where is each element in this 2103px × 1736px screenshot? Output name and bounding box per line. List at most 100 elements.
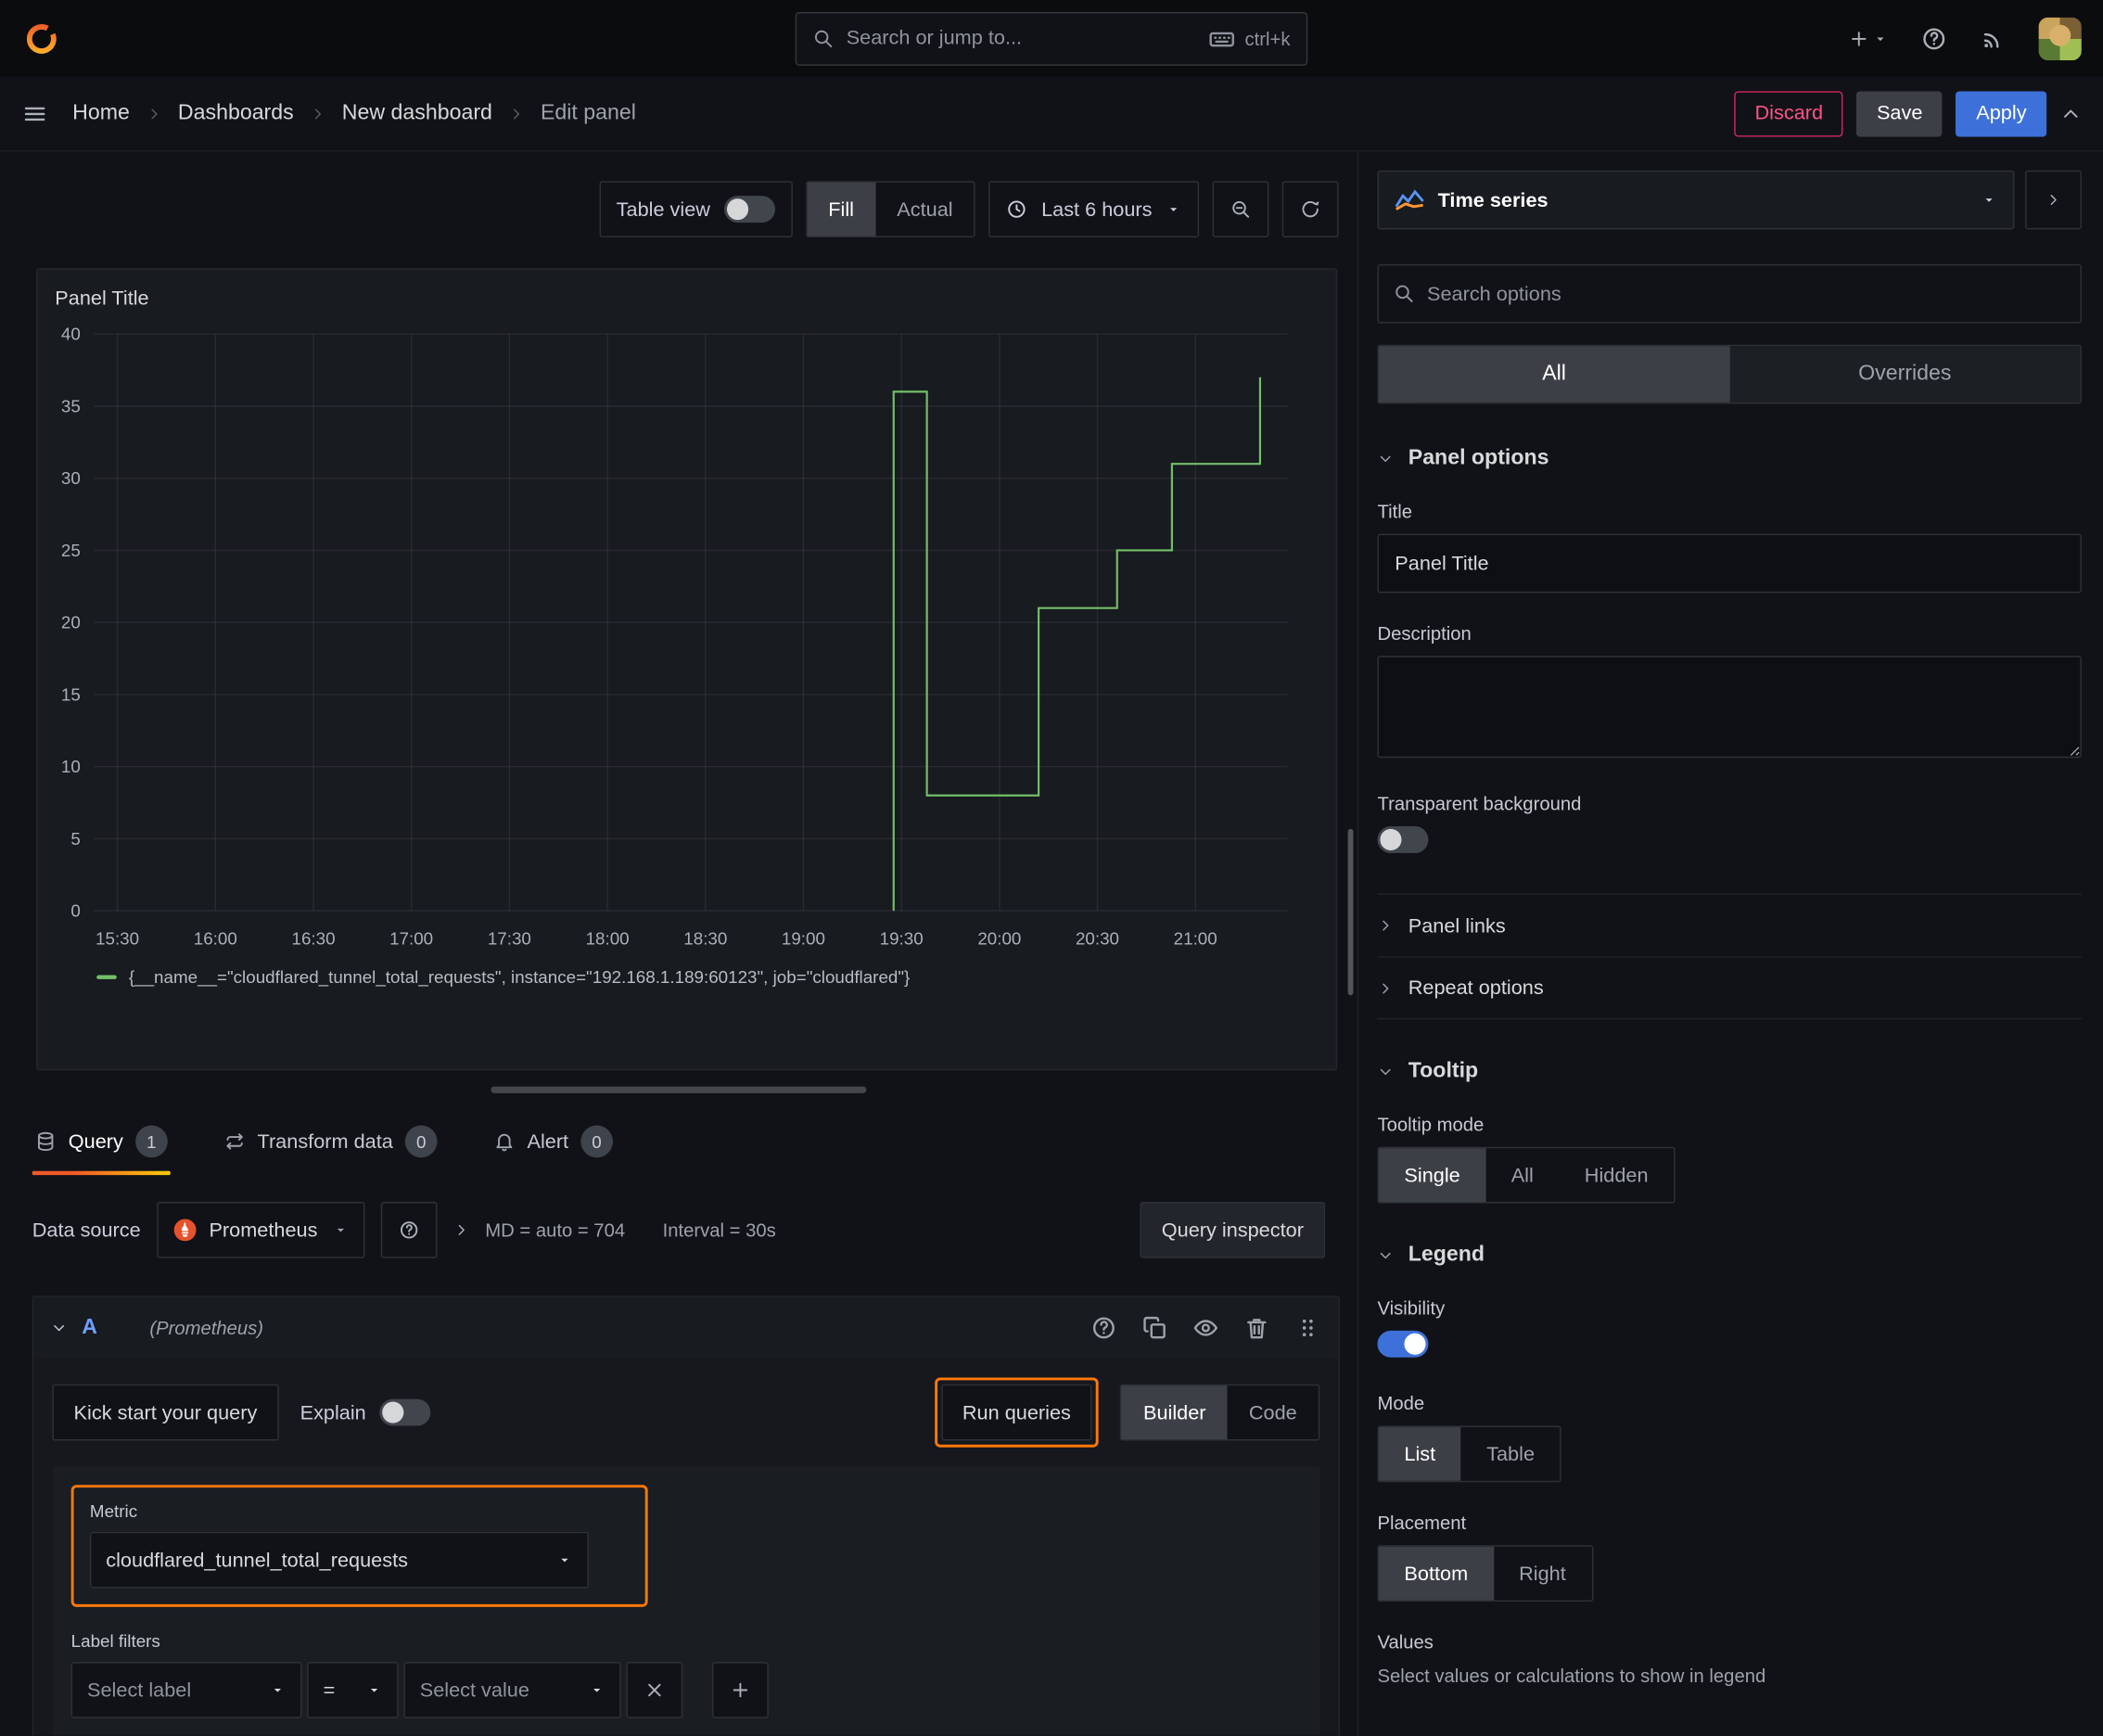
panel-links-section[interactable]: Panel links bbox=[1377, 893, 2082, 956]
breadcrumb-dashboards[interactable]: Dashboards bbox=[178, 101, 294, 125]
panel-description-input[interactable] bbox=[1377, 656, 2082, 759]
legend-color-swatch bbox=[96, 975, 117, 979]
tooltip-mode-all[interactable]: All bbox=[1485, 1148, 1559, 1202]
panel-options-heading[interactable]: Panel options bbox=[1377, 447, 2081, 471]
code-option[interactable]: Code bbox=[1228, 1385, 1319, 1439]
builder-option[interactable]: Builder bbox=[1121, 1385, 1228, 1440]
explain-toggle[interactable] bbox=[379, 1398, 431, 1426]
operator-dropdown[interactable]: = bbox=[307, 1662, 399, 1718]
legend-visibility-toggle[interactable] bbox=[1377, 1330, 1429, 1358]
collapse-header-button[interactable] bbox=[2060, 103, 2082, 124]
tab-alert[interactable]: Alert 0 bbox=[491, 1115, 615, 1175]
delete-query-icon[interactable] bbox=[1243, 1315, 1270, 1342]
select-label-dropdown[interactable]: Select label bbox=[70, 1662, 302, 1718]
chevron-down-icon[interactable] bbox=[51, 1320, 67, 1335]
menu-toggle-button[interactable] bbox=[21, 100, 48, 127]
svg-text:19:30: 19:30 bbox=[880, 928, 924, 948]
tab-query-count: 1 bbox=[134, 1125, 168, 1158]
apply-button[interactable]: Apply bbox=[1956, 90, 2047, 136]
clock-icon bbox=[1006, 198, 1027, 220]
horizontal-scrollbar[interactable] bbox=[491, 1086, 867, 1093]
remove-filter-button[interactable] bbox=[626, 1662, 683, 1718]
prometheus-icon bbox=[173, 1219, 197, 1242]
help-button[interactable] bbox=[1920, 25, 1947, 52]
tooltip-section: Tooltip Tooltip mode Single All Hidden bbox=[1377, 1060, 2081, 1204]
drag-handle-icon[interactable] bbox=[1294, 1315, 1321, 1342]
tab-transform-data[interactable]: Transform data 0 bbox=[221, 1115, 440, 1175]
global-search[interactable]: ctrl+k bbox=[795, 11, 1308, 66]
options-search[interactable] bbox=[1377, 263, 2082, 324]
legend-heading[interactable]: Legend bbox=[1377, 1244, 2081, 1268]
datasource-help-button[interactable] bbox=[380, 1202, 438, 1258]
news-button[interactable] bbox=[1980, 25, 2007, 52]
options-search-input[interactable] bbox=[1427, 282, 2066, 306]
tab-transform-count: 0 bbox=[404, 1125, 438, 1158]
global-search-input[interactable] bbox=[846, 26, 1197, 50]
legend-placement-group: Bottom Right bbox=[1377, 1545, 1593, 1602]
svg-text:19:00: 19:00 bbox=[782, 928, 825, 948]
expand-query-options-button[interactable] bbox=[453, 1222, 469, 1238]
panel-title-input[interactable] bbox=[1377, 533, 2082, 594]
vertical-scrollbar[interactable] bbox=[1347, 828, 1354, 996]
new-button[interactable] bbox=[1848, 28, 1888, 49]
save-button[interactable]: Save bbox=[1856, 90, 1944, 136]
query-help-icon[interactable] bbox=[1090, 1315, 1117, 1342]
datasource-picker[interactable]: Prometheus bbox=[157, 1202, 365, 1258]
database-icon bbox=[35, 1130, 57, 1152]
panel-edit-main: Table view Fill Actual Last 6 hours Pane… bbox=[0, 151, 1357, 1736]
add-filter-button[interactable] bbox=[712, 1662, 769, 1718]
tab-query[interactable]: Query 1 bbox=[32, 1115, 171, 1176]
time-series-chart[interactable]: 0 5 10 15 20 25 30 35 40 15:30 16:00 16:30 17:00 17:3… bbox=[38, 315, 1306, 956]
svg-text:15:30: 15:30 bbox=[96, 928, 139, 948]
legend-mode-list[interactable]: List bbox=[1378, 1427, 1461, 1481]
discard-button[interactable]: Discard bbox=[1734, 90, 1843, 136]
repeat-options-label: Repeat options bbox=[1408, 976, 1544, 1000]
visualization-name: Time series bbox=[1437, 188, 1549, 211]
panel-title[interactable]: Panel Title bbox=[38, 270, 1336, 315]
grafana-logo[interactable] bbox=[21, 19, 61, 58]
tooltip-mode-single[interactable]: Single bbox=[1378, 1148, 1486, 1203]
table-view-toggle[interactable] bbox=[723, 196, 775, 223]
chevron-down-icon bbox=[556, 1552, 572, 1568]
query-inspector-button[interactable]: Query inspector bbox=[1140, 1202, 1326, 1258]
time-series-icon bbox=[1395, 189, 1424, 211]
collapse-options-pane-button[interactable] bbox=[2025, 170, 2082, 230]
repeat-options-section[interactable]: Repeat options bbox=[1377, 956, 2082, 1020]
time-range-label: Last 6 hours bbox=[1041, 198, 1153, 221]
refresh-button[interactable] bbox=[1281, 181, 1339, 238]
panel-edit-actions: Discard Save Apply bbox=[1734, 90, 2082, 136]
breadcrumb-new-dashboard[interactable]: New dashboard bbox=[342, 101, 492, 125]
svg-text:10: 10 bbox=[61, 757, 81, 776]
duplicate-query-icon[interactable] bbox=[1141, 1315, 1168, 1342]
legend-values-hint: Select values or calculations to show in… bbox=[1377, 1665, 1766, 1687]
chart-legend[interactable]: {__name__="cloudflared_tunnel_total_requ… bbox=[38, 962, 1336, 1001]
legend-mode-table[interactable]: Table bbox=[1461, 1427, 1561, 1481]
breadcrumb-separator-icon bbox=[146, 106, 161, 121]
legend-placement-bottom[interactable]: Bottom bbox=[1378, 1546, 1494, 1601]
query-row-header[interactable]: A (Prometheus) bbox=[33, 1296, 1339, 1359]
svg-text:20: 20 bbox=[61, 613, 81, 632]
fill-option[interactable]: Fill bbox=[807, 182, 876, 236]
tooltip-heading[interactable]: Tooltip bbox=[1377, 1060, 2081, 1084]
svg-text:40: 40 bbox=[61, 325, 81, 344]
user-avatar[interactable] bbox=[2038, 17, 2082, 60]
tab-overrides[interactable]: Overrides bbox=[1729, 346, 2081, 402]
legend-placement-right[interactable]: Right bbox=[1494, 1547, 1592, 1601]
visualization-picker[interactable]: Time series bbox=[1377, 170, 2015, 230]
legend-series-label[interactable]: {__name__="cloudflared_tunnel_total_requ… bbox=[129, 967, 910, 988]
svg-text:20:30: 20:30 bbox=[1076, 928, 1119, 948]
zoom-out-button[interactable] bbox=[1212, 181, 1269, 238]
tab-all[interactable]: All bbox=[1378, 346, 1730, 402]
tab-query-label: Query bbox=[68, 1130, 123, 1154]
kick-start-query-button[interactable]: Kick start your query bbox=[52, 1384, 279, 1441]
tooltip-mode-hidden[interactable]: Hidden bbox=[1559, 1148, 1674, 1202]
run-queries-button[interactable]: Run queries bbox=[940, 1384, 1093, 1441]
transparent-background-toggle[interactable] bbox=[1377, 826, 1429, 853]
select-value-dropdown[interactable]: Select value bbox=[403, 1662, 621, 1718]
metric-select[interactable]: cloudflared_tunnel_total_requests bbox=[89, 1531, 589, 1589]
breadcrumb-home[interactable]: Home bbox=[72, 101, 130, 125]
actual-option[interactable]: Actual bbox=[875, 183, 975, 236]
toggle-query-visibility-icon[interactable] bbox=[1192, 1315, 1219, 1342]
select-label-placeholder: Select label bbox=[87, 1679, 192, 1702]
time-range-picker[interactable]: Last 6 hours bbox=[988, 181, 1200, 238]
